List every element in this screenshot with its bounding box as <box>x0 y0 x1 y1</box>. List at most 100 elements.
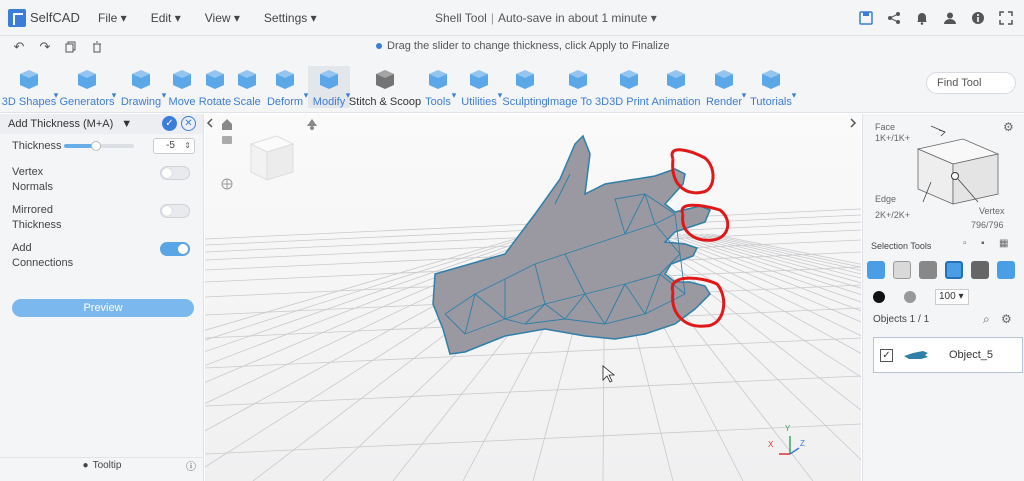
mirrored-thickness-label-1: Mirrored <box>12 204 53 216</box>
tool-3d-print[interactable]: 3D Print <box>608 66 650 108</box>
3d-print-icon <box>616 66 642 92</box>
tool-label: Generators <box>59 96 115 108</box>
app-logo[interactable]: SelfCAD <box>8 8 88 27</box>
select-loop-icon[interactable] <box>997 261 1015 279</box>
mirrored-thickness-label-2: Thickness <box>12 219 62 231</box>
thickness-slider-knob[interactable] <box>90 141 101 151</box>
redo-icon[interactable]: ↷ <box>38 39 52 54</box>
tool-scale[interactable]: Scale <box>232 66 262 108</box>
info-icon[interactable] <box>970 10 986 26</box>
object-list-item[interactable]: ✓ Object_5 <box>873 337 1023 373</box>
tool-options-panel: Add Thickness (M+A) ▼ ✓ ✕ Thickness -5 ⇕… <box>0 114 204 481</box>
deform-icon <box>272 66 298 92</box>
tool-stitch-scoop[interactable]: Stitch & Scoop <box>348 66 422 108</box>
selection-mode-cube[interactable] <box>903 124 1008 214</box>
tool-tutorials[interactable]: Tutorials ▾ <box>746 66 796 108</box>
brush-solid-icon[interactable] <box>873 291 885 303</box>
sculpting-icon <box>512 66 538 92</box>
tooltip-label: Tooltip <box>92 460 122 471</box>
undo-icon[interactable]: ↶ <box>12 39 26 54</box>
edge-count: 2K+/2K+ <box>875 210 911 220</box>
add-connections-row: Add Connections <box>0 242 204 270</box>
thickness-stepper[interactable]: -5 ⇕ <box>153 138 195 154</box>
main-toolbar: 3D Shapes ▾ Generators ▾ Drawing ▾ Move Rotate S… <box>0 58 1024 113</box>
top-bar: SelfCAD File ▾ Edit ▾ View ▾ Settings ▾ … <box>0 0 1024 36</box>
save-icon[interactable] <box>858 10 874 26</box>
camera-orbit-icon[interactable] <box>222 136 232 144</box>
objects-settings-gear-icon[interactable]: ⚙ <box>1001 312 1012 326</box>
tool-image-to-3d[interactable]: Image To 3D <box>546 66 610 108</box>
tool-generators[interactable]: Generators ▾ <box>58 66 116 108</box>
thickness-slider[interactable] <box>64 141 134 151</box>
3d-viewport[interactable]: X Y Z <box>205 114 861 481</box>
cancel-close-icon[interactable]: ✕ <box>181 116 196 131</box>
menu-file[interactable]: File ▾ <box>98 11 127 25</box>
globe-view-icon[interactable] <box>221 178 233 190</box>
vertex-normals-toggle[interactable] <box>160 166 190 180</box>
select-grid-icon[interactable] <box>893 261 911 279</box>
tooltip-bar[interactable]: ● Tooltip ⓘ <box>0 457 204 473</box>
object-visibility-checkbox[interactable]: ✓ <box>880 348 893 362</box>
tool-name: Shell Tool <box>435 11 487 25</box>
add-connections-toggle[interactable] <box>160 242 190 256</box>
brush-size-select[interactable]: 100 ▾ <box>935 289 969 305</box>
apply-check-icon[interactable]: ✓ <box>162 116 177 131</box>
select-dark-cube-icon[interactable] <box>919 261 937 279</box>
panel-collapse-icon[interactable]: ▼ <box>121 118 132 130</box>
tool-utilities[interactable]: Utilities ▾ <box>456 66 502 108</box>
tool-render[interactable]: Render ▾ <box>702 66 746 108</box>
menu-edit[interactable]: Edit ▾ <box>151 11 181 25</box>
fullscreen-icon[interactable] <box>998 10 1014 26</box>
utilities-icon <box>466 66 492 92</box>
axis-y-label: Y <box>785 424 791 433</box>
stitch-scoop-icon <box>372 66 398 92</box>
axis-z-label: Z <box>800 439 805 448</box>
tool-sculpting[interactable]: Sculpting <box>502 66 548 108</box>
find-tool-input[interactable]: Find Tool <box>926 72 1016 94</box>
select-mode-b-icon[interactable]: ▪ <box>981 238 985 249</box>
mirrored-thickness-toggle[interactable] <box>160 204 190 218</box>
tool-modify[interactable]: Modify ▾ <box>308 66 350 108</box>
tool-tools[interactable]: Tools ▾ <box>420 66 456 108</box>
menu-settings[interactable]: Settings ▾ <box>264 11 317 25</box>
tool-drawing[interactable]: Drawing ▾ <box>116 66 166 108</box>
object-search-icon[interactable]: ⌕ <box>983 312 990 327</box>
tooltip-help-icon[interactable]: ⓘ <box>186 458 196 473</box>
autosave-status: Auto-save in about 1 minute <box>497 11 648 25</box>
scene-canvas <box>205 114 861 481</box>
tool-move[interactable]: Move <box>166 66 198 108</box>
tool-animation[interactable]: Animation <box>650 66 702 108</box>
menu-view[interactable]: View ▾ <box>205 11 240 25</box>
select-all-icon[interactable] <box>867 261 885 279</box>
axis-x-label: X <box>768 440 774 449</box>
preview-button[interactable]: Preview <box>12 299 194 317</box>
rotate-icon <box>202 66 228 92</box>
tool-label: Utilities <box>461 96 497 108</box>
tools-icon <box>425 66 451 92</box>
brush-soft-icon[interactable] <box>904 291 916 303</box>
select-mode-c-icon[interactable]: ▦ <box>999 238 1008 249</box>
select-mode-a-icon[interactable]: ▫ <box>963 238 967 249</box>
notification-bell-icon[interactable] <box>914 10 930 26</box>
select-half-cube-icon[interactable] <box>971 261 989 279</box>
tooltip-info-icon: ● <box>82 460 89 471</box>
view-navigation-cube[interactable] <box>249 135 295 181</box>
tool-label: Image To 3D <box>546 96 610 108</box>
panel-header: Add Thickness (M+A) ▼ ✓ ✕ <box>0 114 203 134</box>
delete-icon[interactable] <box>90 40 104 54</box>
user-account-icon[interactable] <box>942 10 958 26</box>
thickness-row: Thickness -5 ⇕ <box>0 138 204 154</box>
selection-tool-icons <box>867 261 1023 279</box>
tool-label: Stitch & Scoop <box>348 96 422 108</box>
vertex-normals-row: Vertex Normals <box>0 166 204 194</box>
select-active-cube-icon[interactable] <box>945 261 963 279</box>
copy-icon[interactable] <box>64 40 78 54</box>
tool-rotate[interactable]: Rotate <box>198 66 232 108</box>
share-icon[interactable] <box>886 10 902 26</box>
tool-deform[interactable]: Deform ▾ <box>262 66 308 108</box>
tool-3d-shapes[interactable]: 3D Shapes ▾ <box>0 66 58 108</box>
3d-shapes-icon <box>16 66 42 92</box>
image-to-3d-icon <box>565 66 591 92</box>
document-title[interactable]: Shell Tool | Auto-save in about 1 minute ▾ <box>435 11 657 25</box>
add-connections-label-2: Connections <box>12 257 74 269</box>
